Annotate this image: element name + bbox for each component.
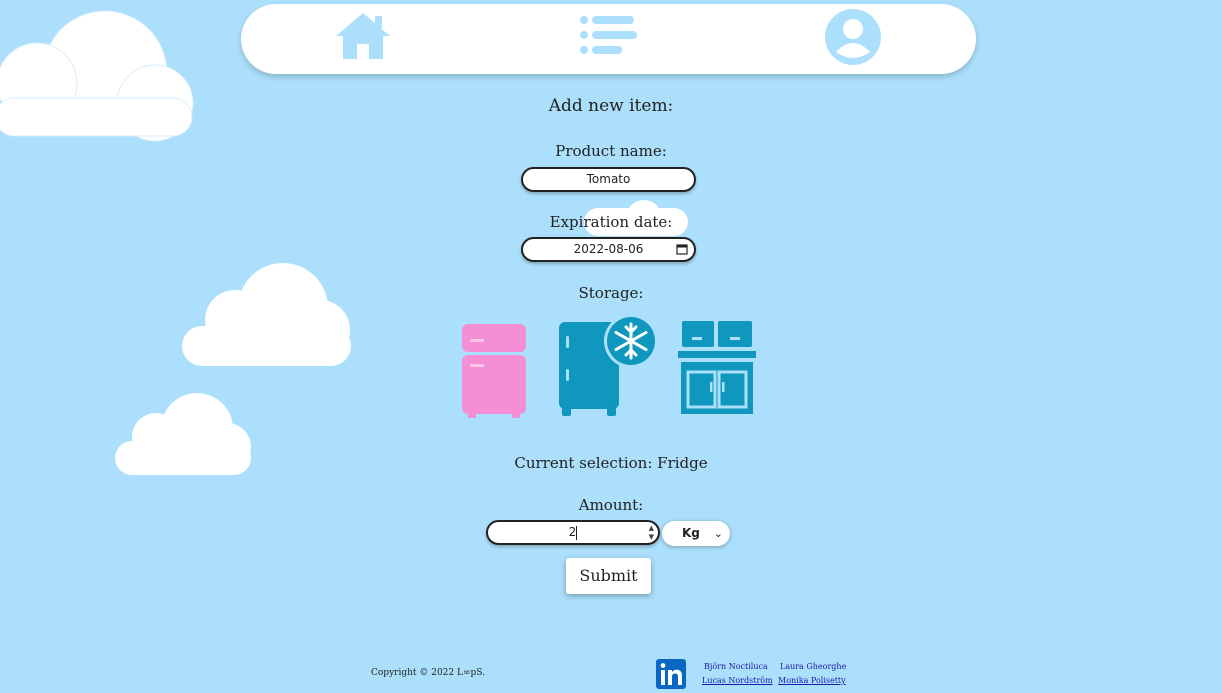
unit-select[interactable]: Kg ⌄ bbox=[662, 521, 730, 546]
team-member-link[interactable]: Monika Polisetty bbox=[778, 676, 846, 685]
storage-option-fridge[interactable] bbox=[462, 322, 527, 424]
calendar-icon[interactable] bbox=[676, 243, 688, 255]
form-heading: Add new item: bbox=[548, 96, 674, 116]
storage-option-cupboard[interactable] bbox=[678, 320, 756, 420]
fridge-icon bbox=[462, 324, 526, 418]
storage-option-freezer[interactable] bbox=[558, 314, 660, 424]
unit-select-value: Kg bbox=[682, 526, 700, 540]
amount-label: Amount: bbox=[578, 496, 644, 514]
nav-profile-button[interactable] bbox=[824, 8, 882, 70]
expiration-date-label: Expiration date: bbox=[549, 213, 673, 231]
amount-value: 2 bbox=[568, 525, 577, 539]
user-avatar-icon bbox=[825, 9, 881, 65]
home-icon bbox=[336, 13, 390, 59]
list-icon bbox=[580, 16, 637, 54]
team-member-link[interactable]: Laura Gheorghe bbox=[780, 662, 846, 671]
nav-list-button[interactable] bbox=[579, 14, 639, 62]
amount-stepper[interactable]: ▲ ▼ bbox=[649, 524, 654, 542]
team-member-link[interactable]: Björn Noctiluca bbox=[704, 662, 768, 671]
submit-button[interactable]: Submit bbox=[566, 558, 651, 594]
product-name-input[interactable]: Tomato bbox=[521, 167, 696, 192]
expiration-date-input[interactable]: 2022-08-06 bbox=[521, 237, 696, 262]
current-selection-text: Current selection: Fridge bbox=[514, 454, 708, 472]
copyright-text: Copyright © 2022 L∞pS. bbox=[371, 668, 485, 678]
amount-input[interactable]: 2 ▲ ▼ bbox=[486, 520, 660, 545]
product-name-label: Product name: bbox=[555, 142, 667, 160]
chevron-down-icon: ⌄ bbox=[713, 527, 723, 540]
expiration-date-value: 2022-08-06 bbox=[573, 242, 644, 256]
cloud-decoration bbox=[0, 10, 194, 142]
cupboard-icon bbox=[678, 321, 756, 414]
team-member-link[interactable]: Lucas Nordström bbox=[702, 676, 773, 685]
top-navigation-bar bbox=[241, 4, 976, 74]
storage-label: Storage: bbox=[578, 284, 644, 302]
product-name-value: Tomato bbox=[586, 172, 631, 186]
cloud-decoration bbox=[182, 263, 351, 366]
nav-home-button[interactable] bbox=[333, 10, 393, 66]
linkedin-icon bbox=[656, 659, 686, 689]
freezer-icon bbox=[559, 314, 658, 416]
